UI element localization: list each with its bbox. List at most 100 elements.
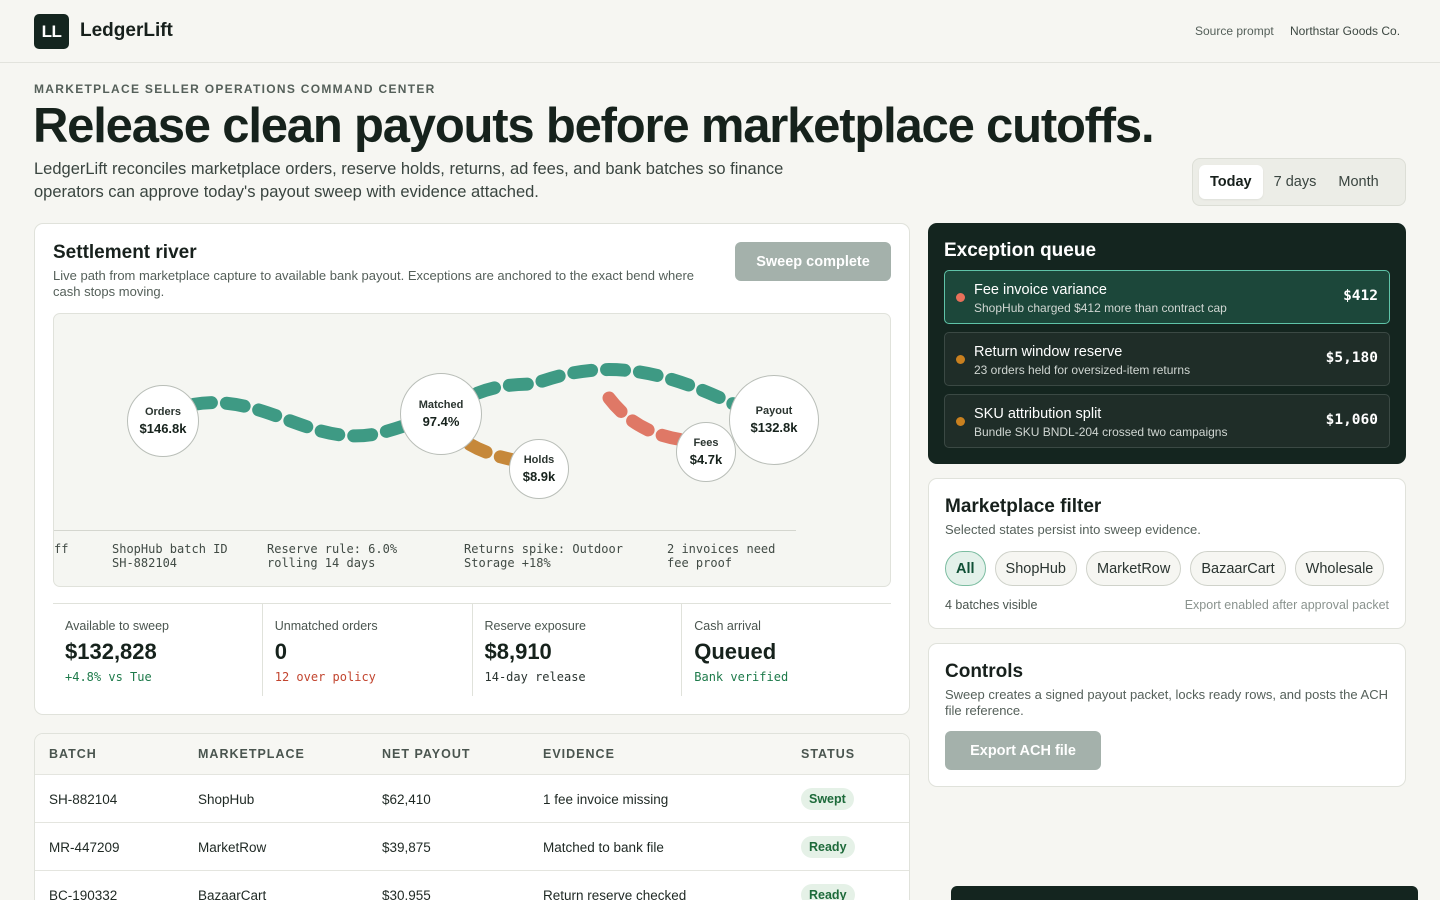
controls-subtitle: Sweep creates a signed payout packet, lo… <box>945 687 1388 718</box>
metric-cash-arrival: Cash arrival Queued Bank verified <box>682 604 891 696</box>
eyebrow: MARKETPLACE SELLER OPERATIONS COMMAND CE… <box>34 82 436 96</box>
range-7-days[interactable]: 7 days <box>1263 165 1328 199</box>
metric-note: Bank verified <box>694 670 789 684</box>
marketplace-filter: Marketplace filter Selected states persi… <box>928 478 1406 629</box>
river-fees-path <box>602 391 691 447</box>
cell-marketplace: ShopHub <box>198 792 255 807</box>
queue-item[interactable]: Fee invoice variance ShopHub charged $41… <box>944 270 1390 324</box>
metric-note: 12 over policy <box>274 670 376 684</box>
node-holds[interactable]: Holds $8.9k <box>509 439 569 499</box>
settlement-river: Orders $146.8k Matched 97.4% Holds $8.9k… <box>53 313 891 587</box>
cell-net-payout: $30,955 <box>382 888 431 900</box>
status-dot <box>956 417 965 426</box>
status-badge: Ready <box>801 836 855 858</box>
filter-chips: All ShopHub MarketRow BazaarCart Wholesa… <box>945 551 1385 586</box>
metric-unmatched: Unmatched orders 0 12 over policy <box>263 604 473 696</box>
filter-subtitle: Selected states persist into sweep evide… <box>945 522 1201 537</box>
cell-batch: SH-882104 <box>49 792 118 807</box>
chip-wholesale[interactable]: Wholesale <box>1294 551 1385 586</box>
node-orders[interactable]: Orders $146.8k <box>127 385 199 457</box>
node-payout[interactable]: Payout $132.8k <box>729 375 819 465</box>
queue-item[interactable]: Return window reserve 23 orders held for… <box>944 332 1390 386</box>
cell-marketplace: BazaarCart <box>198 888 267 900</box>
range-selector: Today 7 days Month <box>1192 158 1406 206</box>
metric-value: $8,910 <box>484 639 552 664</box>
toast-panel <box>951 886 1418 900</box>
status-dot <box>956 293 965 302</box>
metric-note: 14-day release <box>484 670 586 684</box>
queue-item-detail: 23 orders held for oversized-item return… <box>974 363 1191 377</box>
river-annotation: ff <box>54 542 69 556</box>
column-header-net-payout[interactable]: NET PAYOUT <box>382 747 471 761</box>
cell-batch: BC-190332 <box>49 888 118 900</box>
metric-label: Available to sweep <box>65 619 170 633</box>
range-today[interactable]: Today <box>1199 165 1263 199</box>
queue-title: Exception queue <box>944 240 1097 261</box>
queue-item-amount: $412 <box>1343 288 1378 304</box>
river-annotation: Reserve rule: 6.0% rolling 14 days <box>267 542 398 570</box>
metric-reserve: Reserve exposure $8,910 14-day release <box>473 604 683 696</box>
controls-card: Controls Sweep creates a signed payout p… <box>928 643 1406 787</box>
settlement-title: Settlement river <box>53 242 197 263</box>
chip-bazaarcart[interactable]: BazaarCart <box>1190 551 1286 586</box>
app-name: LedgerLift <box>80 20 173 41</box>
filter-title: Marketplace filter <box>945 496 1102 517</box>
cell-evidence: Matched to bank file <box>543 840 664 855</box>
river-annotation: 2 invoices need fee proof <box>667 542 776 570</box>
queue-item-title: SKU attribution split <box>974 406 1102 422</box>
chip-marketrow[interactable]: MarketRow <box>1086 551 1182 586</box>
controls-title: Controls <box>945 661 1024 682</box>
node-matched[interactable]: Matched 97.4% <box>400 373 482 455</box>
batch-count: 4 batches visible <box>945 598 1038 612</box>
metric-value: Queued <box>694 639 777 664</box>
chip-shophub[interactable]: ShopHub <box>994 551 1077 586</box>
settlement-subtitle: Live path from marketplace capture to av… <box>53 268 694 299</box>
metric-note: +4.8% vs Tue <box>65 670 152 684</box>
table-header: BATCH MARKETPLACE NET PAYOUT EVIDENCE ST… <box>35 734 909 775</box>
queue-item-detail: ShopHub charged $412 more than contract … <box>974 301 1227 315</box>
status-dot <box>956 355 965 364</box>
batches-table: BATCH MARKETPLACE NET PAYOUT EVIDENCE ST… <box>34 733 910 900</box>
export-note: Export enabled after approval packet <box>1184 598 1389 612</box>
queue-item[interactable]: SKU attribution split Bundle SKU BNDL-20… <box>944 394 1390 448</box>
top-bar: LL LedgerLift Source prompt Northstar Go… <box>0 0 1440 63</box>
cell-marketplace: MarketRow <box>198 840 267 855</box>
river-annotation: Returns spike: Outdoor Storage +18% <box>464 542 623 570</box>
column-header-batch[interactable]: BATCH <box>49 747 97 761</box>
table-row[interactable]: SH-882104 ShopHub $62,410 1 fee invoice … <box>35 775 909 823</box>
river-divider <box>54 530 796 531</box>
column-header-evidence[interactable]: EVIDENCE <box>543 747 615 761</box>
metric-value: 0 <box>274 639 287 664</box>
logo: LL <box>34 14 69 49</box>
cell-net-payout: $62,410 <box>382 792 431 807</box>
status-badge: Ready <box>801 884 855 900</box>
column-header-marketplace[interactable]: MARKETPLACE <box>198 747 305 761</box>
cell-net-payout: $39,875 <box>382 840 431 855</box>
range-month[interactable]: Month <box>1327 165 1389 199</box>
node-fees[interactable]: Fees $4.7k <box>676 422 736 482</box>
queue-item-amount: $1,060 <box>1325 412 1378 428</box>
status-badge: Swept <box>801 788 854 810</box>
chip-all[interactable]: All <box>945 551 986 586</box>
source-label: Source prompt <box>1195 24 1274 38</box>
column-header-status[interactable]: STATUS <box>801 747 855 761</box>
cell-evidence: Return reserve checked <box>543 888 687 900</box>
metric-label: Unmatched orders <box>274 619 378 633</box>
queue-item-detail: Bundle SKU BNDL-204 crossed two campaign… <box>974 425 1228 439</box>
sweep-complete-button[interactable]: Sweep complete <box>735 242 891 281</box>
page-title: Release clean payouts before marketplace… <box>33 99 1155 153</box>
settlement-card: Settlement river Live path from marketpl… <box>34 223 910 715</box>
cell-evidence: 1 fee invoice missing <box>543 792 669 807</box>
metric-value: $132,828 <box>65 639 157 664</box>
page-description: LedgerLift reconciles marketplace orders… <box>34 160 784 201</box>
queue-item-amount: $5,180 <box>1325 350 1378 366</box>
exception-queue: Exception queue Fee invoice variance Sho… <box>928 223 1406 464</box>
table-row[interactable]: MR-447209 MarketRow $39,875 Matched to b… <box>35 823 909 871</box>
queue-item-title: Fee invoice variance <box>974 282 1107 298</box>
cell-batch: MR-447209 <box>49 840 120 855</box>
table-row[interactable]: BC-190332 BazaarCart $30,955 Return rese… <box>35 871 909 900</box>
export-ach-button[interactable]: Export ACH file <box>945 731 1101 770</box>
metrics-row: Available to sweep $132,828 +4.8% vs Tue… <box>53 603 891 696</box>
source-value[interactable]: Northstar Goods Co. <box>1290 24 1400 38</box>
metric-label: Reserve exposure <box>484 619 586 633</box>
